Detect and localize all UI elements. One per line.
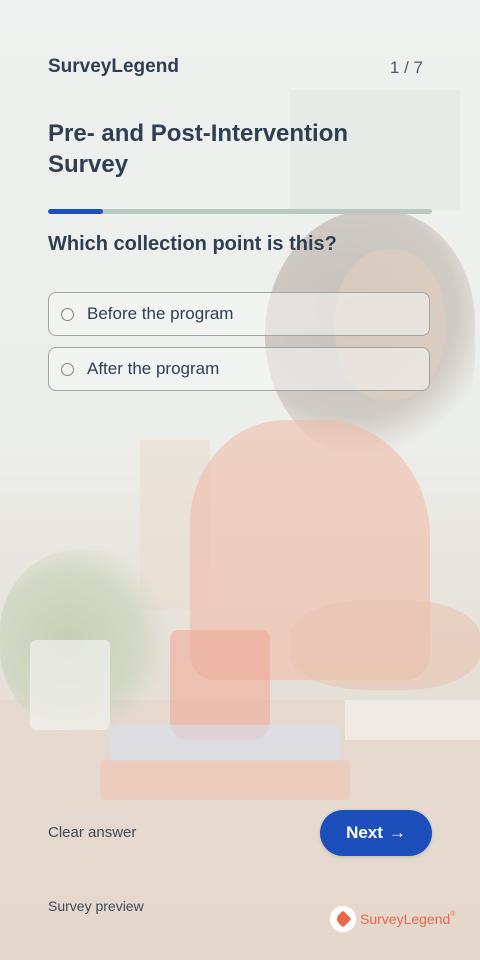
- question-text: Which collection point is this?: [48, 233, 337, 255]
- next-button[interactable]: Next →: [320, 810, 432, 856]
- logo-wordmark: SurveyLegend®: [360, 911, 456, 927]
- option-label: After the program: [87, 359, 220, 378]
- arrow-right-icon: →: [388, 823, 406, 842]
- radio-icon[interactable]: [61, 362, 74, 376]
- next-button-label: Next: [346, 823, 383, 842]
- option-before-program[interactable]: Before the program: [48, 292, 430, 336]
- survey-preview-label: Survey preview: [48, 898, 144, 914]
- clear-answer-link[interactable]: Clear answer: [48, 824, 136, 841]
- surveylegend-logo-icon: [330, 906, 356, 932]
- radio-icon[interactable]: [61, 307, 74, 321]
- surveylegend-logo[interactable]: SurveyLegend®: [330, 906, 455, 932]
- survey-title: Pre- and Post-Intervention Survey: [48, 120, 349, 178]
- question-counter: 1 / 7: [389, 58, 423, 77]
- progress-bar: [48, 209, 432, 214]
- option-after-program[interactable]: After the program: [48, 347, 430, 391]
- brand-name: SurveyLegend: [48, 56, 179, 77]
- option-label: Before the program: [87, 304, 234, 323]
- progress-fill: [48, 209, 103, 214]
